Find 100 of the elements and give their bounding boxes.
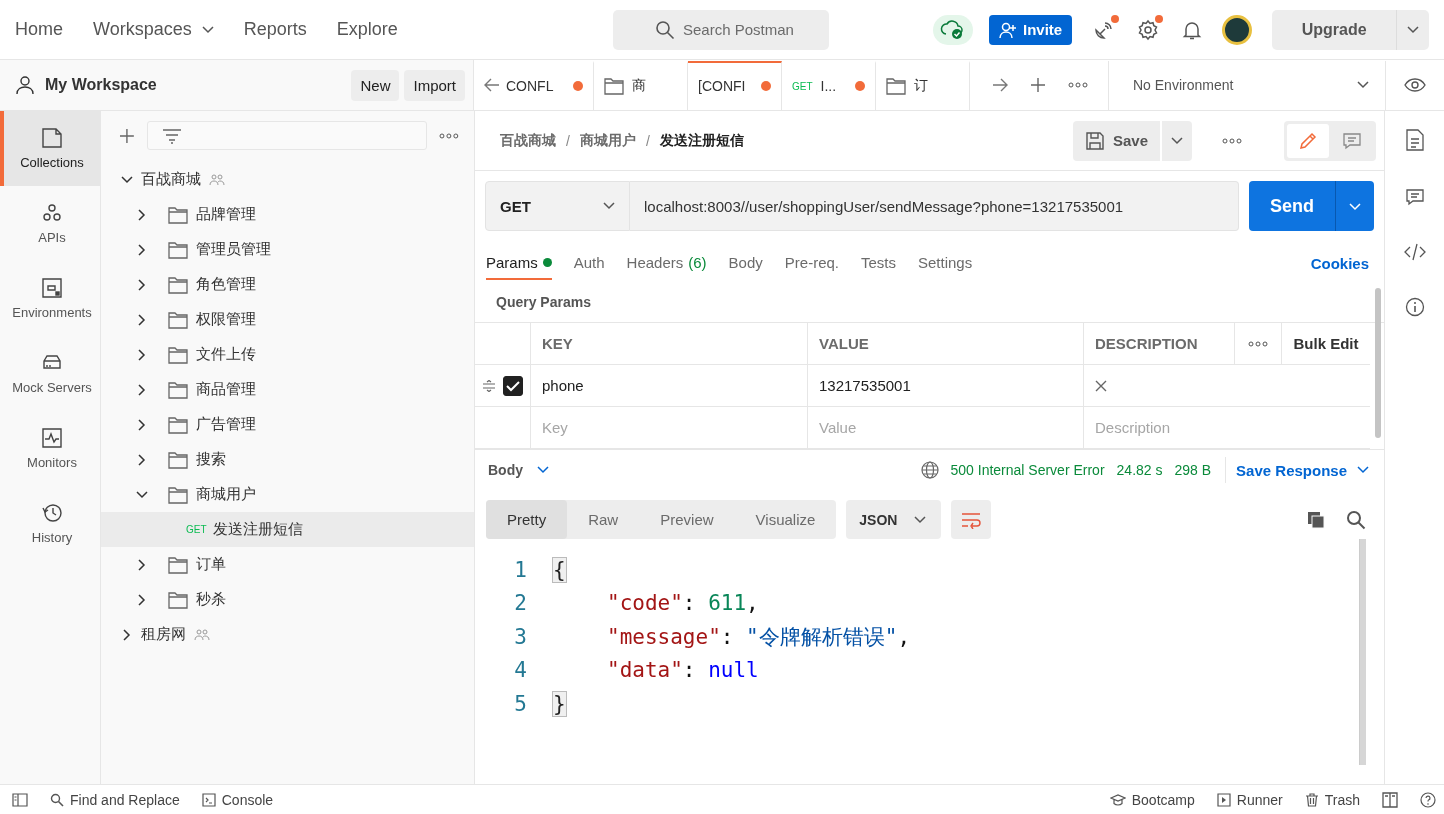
checkbox[interactable] [503,375,523,396]
request-tab[interactable]: Body [728,252,763,280]
upgrade-button[interactable]: Upgrade [1272,9,1397,50]
layout-icon[interactable] [1382,791,1398,808]
sidebar-item[interactable]: Environments [0,261,100,336]
scrollbar[interactable] [1375,288,1381,438]
help-icon[interactable] [1420,791,1436,808]
view-tab[interactable]: Raw [567,500,640,539]
request-tab[interactable]: CONFL [506,60,594,110]
request-tab[interactable]: 订 [876,60,970,110]
view-tab[interactable]: Preview [639,500,735,539]
search-icon[interactable] [1346,509,1366,530]
environment-dropdown[interactable]: No Environment [1108,60,1386,110]
sidebar-item[interactable]: APIs [0,186,100,261]
plus-icon[interactable] [119,127,135,144]
tree-item[interactable]: 商城用户 [101,477,474,512]
document-icon[interactable] [1405,129,1424,151]
find-replace-link[interactable]: Find and Replace [50,791,180,808]
info-icon[interactable] [1404,297,1425,317]
bulk-edit-link[interactable]: Bulk Edit [1293,335,1359,352]
bootcamp-link[interactable]: Bootcamp [1109,791,1195,808]
url-field[interactable]: localhost:8003//user/shoppingUser/sendMessage?phone=13217535001 [630,181,1239,231]
settings-icon[interactable] [1136,17,1161,42]
tree-item[interactable]: 角色管理 [101,267,474,302]
more-icon[interactable] [1248,340,1268,347]
back-arrow-icon[interactable] [484,78,500,92]
request-tab[interactable]: [CONFI [688,60,782,110]
sidebar-item[interactable]: History [0,486,100,561]
request-tab[interactable]: Params [486,252,552,280]
satellite-icon[interactable] [1092,17,1117,42]
sidebar-item[interactable]: Monitors [0,411,100,486]
method-dropdown[interactable]: GET [485,181,630,231]
filter-field[interactable] [146,121,428,150]
copy-icon[interactable] [1306,509,1326,530]
table-cell[interactable]: 13217535001 [808,365,1084,406]
save-button[interactable]: Save [1072,120,1160,161]
save-response-dropdown[interactable]: Save Response [1236,461,1369,479]
drag-handle-icon[interactable] [482,379,496,392]
view-tab[interactable]: Visualize [734,500,837,539]
plus-icon[interactable] [1030,77,1046,93]
cloud-sync-icon[interactable] [933,14,973,45]
scrollbar[interactable] [1359,539,1366,765]
request-tab[interactable]: Headers (6) [626,252,707,280]
view-tab[interactable]: Pretty [486,500,568,539]
console-link[interactable]: Console [201,791,274,808]
request-tab[interactable]: GET I... [782,60,876,110]
dropdown-button[interactable] [1335,181,1374,231]
tree-item[interactable]: 百战商城 [101,162,474,197]
tree-item[interactable]: 文件上传 [101,337,474,372]
send-button[interactable]: Send [1249,181,1335,231]
breadcrumb-item[interactable]: 商城用户 [579,131,636,150]
request-tab[interactable]: Pre-req. [784,252,839,280]
wrap-lines-button[interactable] [951,500,992,539]
import-button[interactable]: Import [404,69,465,101]
request-tab[interactable]: Settings [918,252,973,280]
close-icon[interactable] [1095,379,1107,392]
more-icon[interactable] [1068,82,1088,88]
format-dropdown[interactable]: JSON [846,500,942,539]
breadcrumb-item[interactable]: 百战商城 [500,131,556,150]
dropdown-button[interactable] [1162,120,1192,161]
sidebar-toggle-icon[interactable] [12,792,28,807]
tree-item[interactable]: 租房网 [101,617,474,652]
tree-item[interactable]: 搜索 [101,442,474,477]
more-icon[interactable] [1222,137,1242,144]
trash-link[interactable]: Trash [1304,791,1360,808]
column-header: KEY [531,323,808,364]
avatar[interactable] [1222,14,1253,45]
table-cell[interactable]: phone [531,365,808,406]
body-dropdown[interactable]: Body [488,462,549,478]
new-button[interactable]: New [351,69,400,101]
sidebar-item[interactable]: Collections [0,111,100,186]
nav-link[interactable]: Home [15,19,63,40]
eye-icon[interactable] [1404,78,1426,92]
comment-icon[interactable] [1404,187,1425,207]
nav-link[interactable]: Explore [336,19,398,40]
more-icon[interactable] [439,132,459,139]
invite-button[interactable]: Invite [989,14,1073,45]
tree-item[interactable]: GET 发送注册短信 [101,512,474,547]
search-field[interactable]: Search Postman [613,9,829,50]
tree-item[interactable]: 秒杀 [101,582,474,617]
tab-label: 订 [914,77,929,95]
runner-link[interactable]: Runner [1216,791,1283,808]
edit-mode-button[interactable] [1287,123,1329,158]
code-icon[interactable] [1403,243,1426,261]
tree-item[interactable]: 订单 [101,547,474,582]
nav-link[interactable]: Workspaces [93,19,214,40]
cookies-link[interactable]: Cookies [1310,255,1369,280]
tree-item[interactable]: 商品管理 [101,372,474,407]
caret-icon [1349,202,1361,211]
forward-arrow-icon[interactable] [992,78,1008,92]
sidebar-item[interactable]: Mock Servers [0,336,100,411]
nav-link[interactable]: Reports [243,19,307,40]
request-tab[interactable]: Auth [573,252,605,280]
request-tab[interactable]: Tests [861,252,896,280]
tree-item-label: 角色管理 [196,275,256,294]
tree-item[interactable]: 管理员管理 [101,232,474,267]
code-line: "code": 611, [606,591,759,616]
tree-item[interactable]: 权限管理 [101,302,474,337]
tree-item[interactable]: 品牌管理 [101,197,474,232]
tree-item[interactable]: 广告管理 [101,407,474,442]
